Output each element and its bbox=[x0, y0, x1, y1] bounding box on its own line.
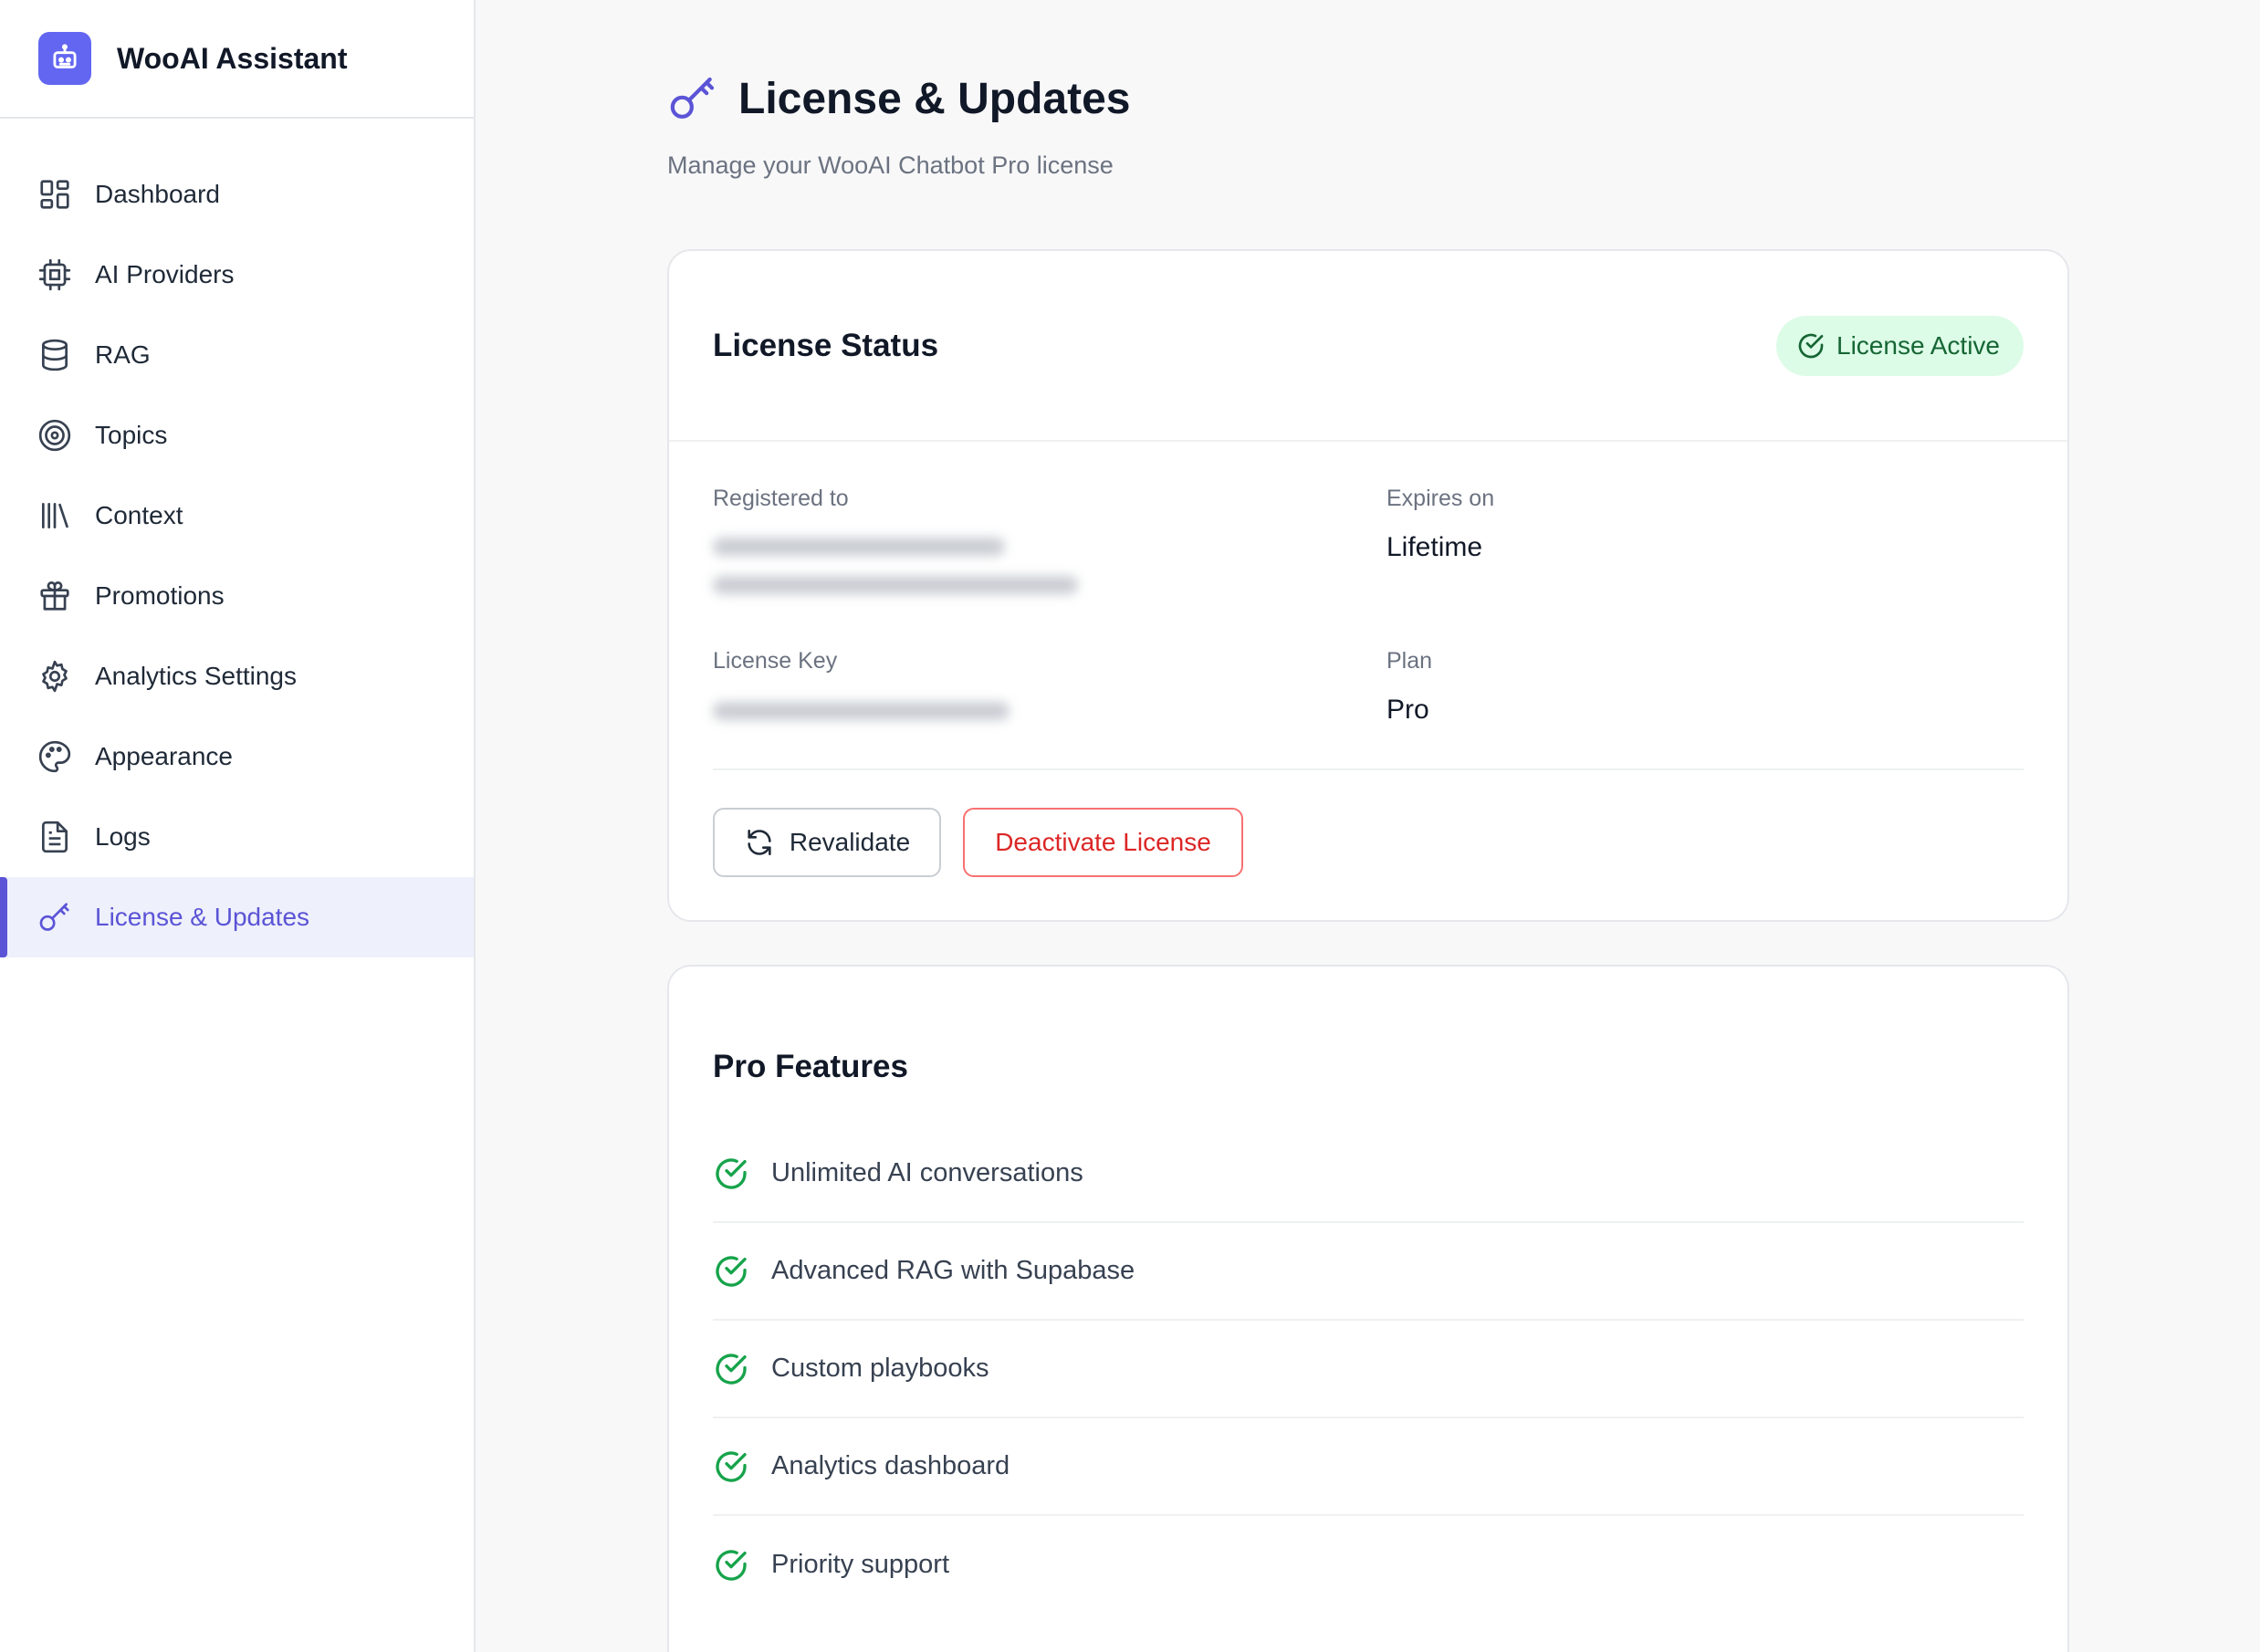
license-key-value-redacted bbox=[713, 702, 1010, 720]
check-circle-icon bbox=[716, 1353, 747, 1385]
sidebar-item-label: Analytics Settings bbox=[95, 662, 297, 690]
expires-on-value: Lifetime bbox=[1386, 532, 1483, 562]
page-subtitle: Manage your WooAI Chatbot Pro license bbox=[667, 152, 1114, 179]
gift-icon bbox=[37, 578, 73, 614]
license-status-card: License Status License Active Registered… bbox=[667, 249, 2069, 922]
sidebar-item-label: Logs bbox=[95, 822, 151, 851]
divider bbox=[713, 768, 2024, 770]
check-circle-icon bbox=[1798, 333, 1824, 358]
sidebar-item-label: Context bbox=[95, 501, 183, 529]
expires-on-field: Expires on Lifetime bbox=[1386, 486, 1494, 563]
sidebar-item-rag[interactable]: RAG bbox=[0, 315, 474, 395]
palette-icon bbox=[37, 738, 73, 775]
sidebar: WooAI Assistant Dashboard AI Providers R… bbox=[0, 0, 476, 1652]
sidebar-item-appearance[interactable]: Appearance bbox=[0, 716, 474, 797]
cpu-chip-icon bbox=[37, 256, 73, 293]
feature-label: Unlimited AI conversations bbox=[771, 1158, 1083, 1187]
license-key-label: License Key bbox=[713, 648, 838, 674]
list-item: Advanced RAG with Supabase bbox=[713, 1223, 2024, 1321]
sidebar-nav: Dashboard AI Providers RAG Topics Contex… bbox=[0, 119, 474, 957]
sidebar-item-analytics-settings[interactable]: Analytics Settings bbox=[0, 636, 474, 716]
feature-label: Analytics dashboard bbox=[771, 1451, 1010, 1480]
pro-features-card: Pro Features Unlimited AI conversations … bbox=[667, 965, 2069, 1652]
sidebar-item-promotions[interactable]: Promotions bbox=[0, 556, 474, 636]
robot-chat-icon bbox=[38, 32, 91, 85]
license-status-title: License Status bbox=[713, 327, 939, 363]
refresh-icon bbox=[748, 829, 771, 856]
library-icon bbox=[37, 497, 73, 534]
sidebar-item-label: Topics bbox=[95, 421, 168, 449]
key-icon bbox=[670, 77, 715, 119]
list-item: Custom playbooks bbox=[713, 1321, 2024, 1418]
sidebar-item-ai-providers[interactable]: AI Providers bbox=[0, 235, 474, 315]
check-circle-icon bbox=[716, 1549, 747, 1581]
gear-icon bbox=[37, 658, 73, 695]
pro-features-title: Pro Features bbox=[713, 1049, 908, 1084]
plan-field: Plan Pro bbox=[1386, 648, 1432, 726]
feature-label: Custom playbooks bbox=[771, 1354, 989, 1383]
sidebar-item-label: RAG bbox=[95, 340, 151, 369]
plan-label: Plan bbox=[1386, 648, 1433, 674]
sidebar-item-label: AI Providers bbox=[95, 260, 235, 288]
status-badge: License Active bbox=[1776, 315, 2024, 376]
expires-on-label: Expires on bbox=[1386, 486, 1495, 511]
status-badge-label: License Active bbox=[1836, 330, 2000, 360]
app-title: WooAI Assistant bbox=[117, 41, 348, 75]
registered-to-label: Registered to bbox=[713, 486, 849, 511]
main-content: License & Updates Manage your WooAI Chat… bbox=[477, 0, 2260, 1652]
deactivate-license-button[interactable]: Deactivate License bbox=[963, 808, 1243, 877]
sidebar-item-topics[interactable]: Topics bbox=[0, 395, 474, 476]
revalidate-label: Revalidate bbox=[789, 828, 911, 856]
sidebar-item-label: License & Updates bbox=[95, 903, 310, 931]
sidebar-item-license-updates[interactable]: License & Updates bbox=[0, 877, 474, 957]
feature-list: Unlimited AI conversations Advanced RAG … bbox=[713, 1125, 2024, 1614]
page-title: License & Updates bbox=[738, 74, 1131, 123]
target-icon bbox=[37, 417, 73, 454]
database-icon bbox=[37, 337, 73, 373]
feature-label: Priority support bbox=[771, 1550, 950, 1579]
brand: WooAI Assistant bbox=[0, 0, 474, 119]
registered-to-value-redacted bbox=[713, 538, 1078, 594]
check-circle-icon bbox=[716, 1255, 747, 1287]
plan-value: Pro bbox=[1386, 695, 1429, 725]
license-card-header: License Status License Active bbox=[669, 251, 2067, 442]
list-item: Priority support bbox=[713, 1516, 2024, 1614]
sidebar-item-label: Appearance bbox=[95, 742, 234, 770]
sidebar-item-dashboard[interactable]: Dashboard bbox=[0, 154, 474, 235]
list-item: Unlimited AI conversations bbox=[713, 1125, 2024, 1223]
sidebar-item-label: Dashboard bbox=[95, 180, 220, 208]
document-icon bbox=[37, 819, 73, 855]
check-circle-icon bbox=[716, 1157, 747, 1189]
sidebar-item-label: Promotions bbox=[95, 581, 225, 610]
revalidate-button[interactable]: Revalidate bbox=[713, 808, 941, 877]
registered-to-field: Registered to bbox=[713, 486, 1078, 594]
page-header: License & Updates Manage your WooAI Chat… bbox=[667, 73, 1130, 180]
check-circle-icon bbox=[716, 1450, 747, 1482]
sidebar-item-context[interactable]: Context bbox=[0, 476, 474, 556]
feature-label: Advanced RAG with Supabase bbox=[771, 1256, 1135, 1285]
license-info-grid: Registered to Expires on Lifetime Licens… bbox=[669, 442, 2067, 768]
list-item: Analytics dashboard bbox=[713, 1418, 2024, 1516]
license-key-field: License Key bbox=[713, 648, 1010, 720]
key-icon bbox=[37, 899, 73, 936]
license-actions: Revalidate Deactivate License bbox=[713, 808, 1243, 877]
dashboard-grid-icon bbox=[37, 176, 73, 213]
deactivate-label: Deactivate License bbox=[995, 828, 1211, 856]
sidebar-item-logs[interactable]: Logs bbox=[0, 797, 474, 877]
